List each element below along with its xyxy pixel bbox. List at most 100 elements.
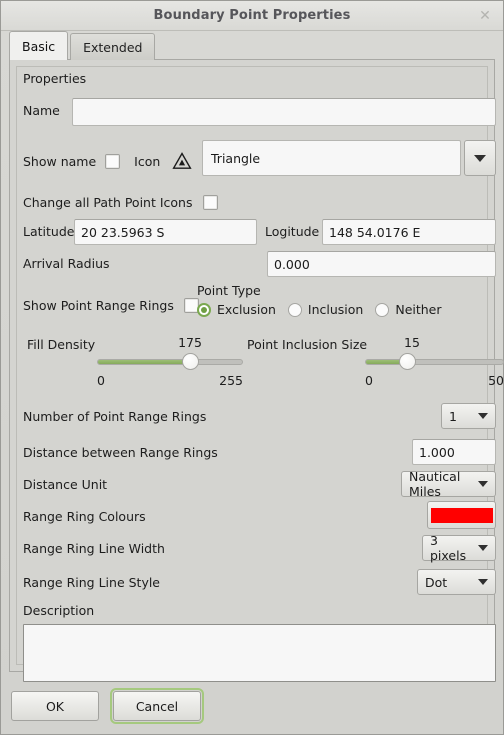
distance-between-rings-value: 1.000 [419,444,455,460]
cancel-button[interactable]: Cancel [110,688,204,724]
chevron-down-icon [478,481,488,487]
point-type-label-row: Point Type [197,283,261,298]
longitude-value: 148 54.0176 E [329,224,421,240]
point-inclusion-size-slider[interactable]: 15 0 50 [365,335,504,388]
point-type-label: Point Type [197,283,261,298]
point-type-option-inclusion-label: Inclusion [307,302,364,317]
point-type-radio-inclusion[interactable] [287,302,302,317]
range-ring-colours-label-row: Range Ring Colours [23,509,146,524]
longitude-label-row: Logitude [265,224,319,239]
latitude-label: Latitude [23,224,75,239]
window-title: Boundary Point Properties [153,8,351,23]
number-of-range-rings-label-row: Number of Point Range Rings [23,409,206,424]
distance-unit-label-row: Distance Unit [23,477,107,492]
arrival-radius-input[interactable]: 0.000 [267,251,496,277]
distance-unit-combo[interactable]: Nautical Miles [401,469,496,499]
fill-density-label: Fill Density [27,337,96,352]
point-type-option-neither-label: Neither [395,302,442,317]
distance-unit-label: Distance Unit [23,477,108,492]
ok-button-label: OK [45,698,65,714]
range-ring-colour-swatch [430,507,493,523]
range-ring-line-width-label-row: Range Ring Line Width [23,541,165,556]
range-ring-line-style-combo[interactable]: Dot [417,569,496,595]
change-all-path-point-icons-row: Change all Path Point Icons [23,195,218,210]
point-inclusion-size-track[interactable] [365,359,504,365]
fill-density-slider[interactable]: 175 0 255 [97,335,243,388]
chevron-down-icon [478,579,488,585]
number-of-range-rings-label: Number of Point Range Rings [23,409,207,424]
show-name-label: Show name [23,153,97,169]
number-of-range-rings-combo[interactable]: 1 [441,403,496,429]
point-inclusion-size-knob[interactable] [399,353,416,370]
range-ring-line-width-label: Range Ring Line Width [23,541,165,556]
point-type-radio-neither[interactable] [375,302,390,317]
ok-button[interactable]: OK [11,691,99,721]
range-ring-line-style-value: Dot [425,574,448,590]
name-input[interactable] [72,98,496,126]
fill-density-min: 0 [97,373,105,388]
fill-density-label-row: Fill Density [27,337,95,352]
icon-combo-value: Triangle [211,150,261,166]
description-label-row: Description [23,603,94,618]
fill-density-track[interactable] [97,359,243,365]
latitude-label-row: Latitude [23,224,74,239]
range-ring-line-width-value: 3 pixels [430,533,467,563]
description-value [24,625,495,633]
triangle-icon [172,151,192,171]
range-ring-colours-label: Range Ring Colours [23,509,146,524]
longitude-input[interactable]: 148 54.0176 E [322,219,496,245]
fill-density-value: 175 [178,335,202,350]
fill-density-max: 255 [219,373,243,388]
distance-between-rings-label: Distance between Range Rings [23,445,218,460]
icon-combo[interactable]: Triangle [202,140,496,176]
arrival-radius-label: Arrival Radius [23,256,110,271]
close-icon[interactable]: ✕ [476,7,494,25]
arrival-radius-label-row: Arrival Radius [23,256,110,271]
distance-between-rings-label-row: Distance between Range Rings [23,445,218,460]
title-bar: Boundary Point Properties ✕ [1,1,503,31]
icon-combo-field[interactable]: Triangle [202,140,461,176]
properties-legend: Properties [23,71,87,86]
change-all-path-point-icons-label: Change all Path Point Icons [23,195,193,210]
fill-density-knob[interactable] [182,353,199,370]
number-of-range-rings-value: 1 [449,408,457,424]
tab-basic[interactable]: Basic [9,31,69,60]
tab-strip: Basic Extended [1,31,503,60]
distance-between-rings-input[interactable]: 1.000 [412,439,496,465]
dialog-button-bar: OK Cancel [1,678,503,734]
icon-label: Icon [134,153,161,169]
point-type-option-exclusion-label: Exclusion [217,302,276,317]
chevron-down-icon [478,545,488,551]
show-name-checkbox[interactable] [105,153,121,169]
properties-group-inner: Properties Name Show name Icon Triangle … [16,66,504,682]
show-name-row: Show name Icon [23,151,192,171]
point-inclusion-size-min: 0 [365,373,373,388]
range-ring-line-style-label-row: Range Ring Line Style [23,575,160,590]
change-all-path-point-icons-checkbox[interactable] [202,195,218,210]
longitude-label: Logitude [265,224,320,239]
cancel-button-label: Cancel [135,698,179,714]
arrival-radius-value: 0.000 [274,256,310,272]
description-label: Description [23,603,95,618]
point-inclusion-size-label: Point Inclusion Size [247,337,368,352]
show-point-range-rings-label: Show Point Range Rings [23,298,174,313]
point-inclusion-size-label-row: Point Inclusion Size [247,337,367,352]
name-label: Name [23,103,60,118]
range-ring-colours-button[interactable] [427,501,496,529]
distance-unit-value: Nautical Miles [409,469,461,499]
properties-group-panel: Properties Name Show name Icon Triangle … [9,59,504,682]
show-point-range-rings-row: Show Point Range Rings [23,298,199,313]
latitude-input[interactable]: 20 23.5963 S [74,219,257,245]
range-ring-line-style-label: Range Ring Line Style [23,575,160,590]
boundary-point-properties-dialog: Boundary Point Properties ✕ Basic Extend… [0,0,504,735]
range-ring-line-width-combo[interactable]: 3 pixels [422,533,496,563]
tab-extended[interactable]: Extended [70,33,156,60]
latitude-value: 20 23.5963 S [81,224,165,240]
point-type-radio-exclusion[interactable] [197,302,211,317]
tab-basic-label: Basic [22,38,56,54]
point-inclusion-size-value: 15 [404,335,420,350]
tab-extended-label: Extended [83,39,143,55]
description-textarea[interactable] [23,624,496,682]
icon-combo-dropdown-button[interactable] [464,140,496,176]
chevron-down-icon [478,413,488,419]
